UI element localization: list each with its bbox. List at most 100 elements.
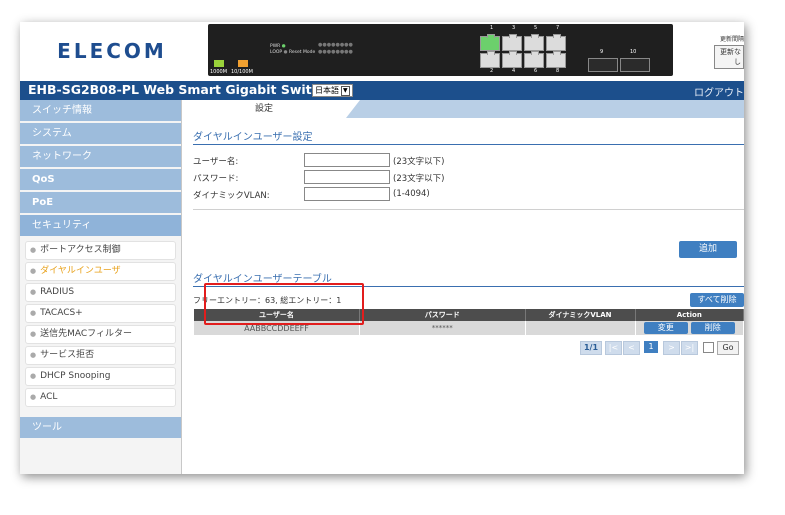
- port-number: 1: [490, 25, 494, 31]
- port-number: 6: [534, 68, 538, 74]
- sidebar-item-label: TACACS+: [40, 308, 83, 318]
- port-number: 7: [556, 25, 560, 31]
- port-number: 2: [490, 68, 494, 74]
- elecom-logo: ELECOM: [57, 39, 167, 63]
- sidebar-item-dialin-user[interactable]: ● ダイヤルインユーザ: [25, 262, 176, 281]
- sidebar-item-tacacs[interactable]: ● TACACS+: [25, 304, 176, 323]
- logout-link[interactable]: ログアウト: [694, 84, 744, 99]
- sidebar-item-dhcp-snooping[interactable]: ● DHCP Snooping: [25, 367, 176, 386]
- panel-led-labels: PWR ● LOOP ● Reset Mode: [270, 44, 316, 55]
- port-number: 8: [556, 68, 560, 74]
- add-button[interactable]: 追加: [679, 241, 737, 258]
- menu-security[interactable]: セキュリティ: [20, 215, 181, 238]
- last-page-button[interactable]: >|: [681, 341, 698, 355]
- sidebar-item-label: ダイヤルインユーザ: [40, 266, 121, 276]
- port-5-icon[interactable]: [524, 34, 544, 51]
- sidebar: スイッチ情報 システム ネットワーク QoS PoE セキュリティ ● ポートアク…: [20, 100, 182, 474]
- port-led-grid: ●●●●●●●● ●●●●●●●●: [318, 42, 353, 55]
- bullet-icon: ●: [30, 351, 37, 359]
- led-10-100m-label: 10/100M: [231, 69, 253, 75]
- menu-system[interactable]: システム: [20, 123, 181, 146]
- sidebar-item-radius[interactable]: ● RADIUS: [25, 283, 176, 302]
- led-10-100m-icon: [238, 60, 248, 67]
- language-value: 日本語: [315, 86, 339, 95]
- port-4-icon[interactable]: [502, 51, 522, 68]
- cell-action: 変更 削除: [635, 321, 744, 335]
- sidebar-item-label: ポートアクセス制御: [40, 245, 121, 255]
- sidebar-item-acl[interactable]: ● ACL: [25, 388, 176, 407]
- field-hint: (23文字以下): [393, 157, 445, 167]
- sfp-9-icon[interactable]: [588, 58, 618, 72]
- next-page-button[interactable]: >: [663, 341, 680, 355]
- delete-all-button[interactable]: すべて削除: [690, 293, 744, 307]
- tab-settings[interactable]: 設定: [182, 100, 346, 118]
- form-divider: [193, 209, 744, 210]
- page-info: 1/1: [580, 341, 602, 355]
- port-2-icon[interactable]: [480, 51, 500, 68]
- mode-label: Mode: [302, 50, 316, 55]
- sidebar-item-label: ACL: [40, 392, 58, 402]
- field-hint: (23文字以下): [393, 174, 445, 184]
- menu-qos[interactable]: QoS: [20, 169, 181, 192]
- port-3-icon[interactable]: [502, 34, 522, 51]
- sfp-10-icon[interactable]: [620, 58, 650, 72]
- current-page-button[interactable]: 1: [644, 341, 658, 353]
- section-divider: [193, 144, 744, 145]
- sfp-number: 10: [630, 49, 637, 55]
- port-6-icon[interactable]: [524, 51, 544, 68]
- bullet-icon: ●: [30, 288, 37, 296]
- update-interval-select[interactable]: 更新なし: [714, 45, 744, 69]
- reset-label: Reset: [288, 50, 302, 55]
- update-interval-label: 更新間隔: [719, 36, 744, 43]
- username-input[interactable]: [304, 153, 390, 167]
- product-title: EHB-SG2B08-PL Web Smart Gigabit Switch: [28, 82, 328, 97]
- dynamic-vlan-input[interactable]: [304, 187, 390, 201]
- menu-tools[interactable]: ツール: [20, 417, 181, 440]
- cell-password: ******: [359, 321, 526, 335]
- header: ELECOM PWR ● LOOP ● Reset Mode 1000M 10/…: [20, 22, 744, 80]
- password-input[interactable]: [304, 170, 390, 184]
- first-page-button[interactable]: |<: [605, 341, 622, 355]
- bullet-icon: ●: [30, 267, 37, 275]
- col-dynamic-vlan: ダイナミックVLAN: [525, 309, 636, 321]
- sidebar-item-label: RADIUS: [40, 287, 75, 297]
- led-1000m-label: 1000M: [210, 69, 228, 75]
- edit-button[interactable]: 変更: [643, 322, 688, 334]
- logo-area: ELECOM: [20, 22, 204, 80]
- prev-page-button[interactable]: <: [623, 341, 640, 355]
- app-window: ELECOM PWR ● LOOP ● Reset Mode 1000M 10/…: [20, 22, 744, 474]
- menu-poe[interactable]: PoE: [20, 192, 181, 215]
- led-1000m-icon: [214, 60, 224, 67]
- tab-bar: 設定: [182, 100, 744, 118]
- sidebar-item-label: DHCP Snooping: [40, 371, 111, 381]
- language-select[interactable]: 日本語 ▼: [312, 84, 353, 97]
- switch-front-panel: PWR ● LOOP ● Reset Mode 1000M 10/100M ●●…: [208, 24, 673, 76]
- delete-button[interactable]: 削除: [690, 322, 735, 334]
- menu-network[interactable]: ネットワーク: [20, 146, 181, 169]
- port-1-icon[interactable]: [480, 34, 500, 51]
- highlight-box: [204, 283, 364, 325]
- page-number-input[interactable]: [703, 342, 714, 353]
- loop-label: LOOP: [270, 50, 283, 55]
- field-label: ダイナミックVLAN:: [193, 191, 270, 201]
- port-number: 5: [534, 25, 538, 31]
- col-password: パスワード: [359, 309, 526, 321]
- settings-section-title: ダイヤルインユーザー設定: [193, 132, 313, 143]
- port-7-icon[interactable]: [546, 34, 566, 51]
- bullet-icon: ●: [30, 246, 37, 254]
- menu-switch-info[interactable]: スイッチ情報: [20, 100, 181, 123]
- bullet-icon: ●: [30, 372, 37, 380]
- sidebar-item-port-access[interactable]: ● ポートアクセス制御: [25, 241, 176, 260]
- sidebar-item-mac-filter[interactable]: ● 送信先MACフィルター: [25, 325, 176, 344]
- port-8-icon[interactable]: [546, 51, 566, 68]
- bullet-icon: ●: [30, 309, 37, 317]
- sidebar-item-dos[interactable]: ● サービス拒否: [25, 346, 176, 365]
- go-button[interactable]: Go: [717, 341, 739, 355]
- field-hint: (1-4094): [393, 189, 430, 199]
- cell-vlan: [525, 321, 636, 335]
- bullet-icon: ●: [30, 330, 37, 338]
- chevron-down-icon: ▼: [341, 85, 350, 96]
- sidebar-item-label: サービス拒否: [40, 350, 95, 360]
- col-action: Action: [635, 309, 744, 321]
- tab-slant: [346, 100, 360, 118]
